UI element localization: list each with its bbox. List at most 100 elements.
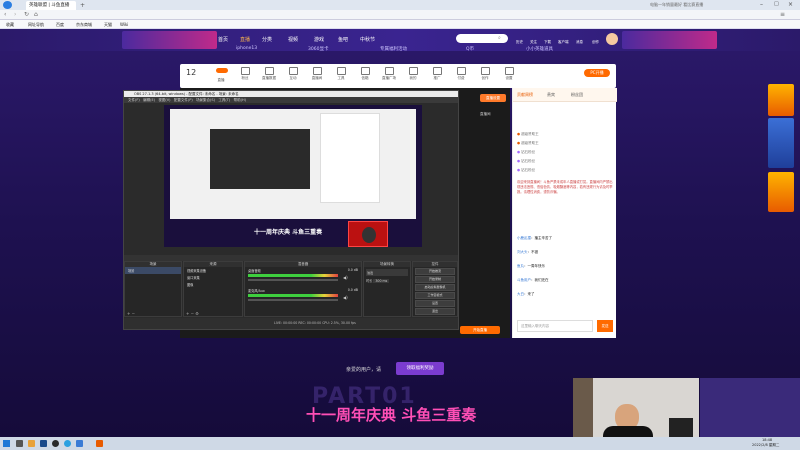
search-icon[interactable]: ⌕	[498, 35, 501, 41]
obs-taskbar-icon[interactable]	[52, 440, 59, 447]
exit-button[interactable]: 退出	[415, 308, 455, 315]
claim-reward-button[interactable]: 领取福利奖励	[396, 362, 444, 375]
nav-item-festival[interactable]: 中秋节	[360, 36, 375, 43]
back-icon[interactable]: ‹	[4, 11, 6, 18]
app-taskbar-icon[interactable]	[96, 440, 103, 447]
settings-button[interactable]: 设置	[415, 300, 455, 307]
obs-preview[interactable]: 十一周年庆典 斗鱼三重奏	[164, 105, 422, 247]
bookmark-item[interactable]: 京东商城	[76, 22, 92, 28]
new-tab-icon[interactable]: +	[80, 2, 85, 9]
window-maximize-icon[interactable]: □	[774, 1, 779, 7]
refresh-icon[interactable]: ↻	[24, 11, 29, 18]
obs-menu-item[interactable]: 文件(F)	[128, 98, 140, 102]
toolbar-label[interactable]: 直播	[210, 78, 232, 83]
left-event-banner[interactable]	[122, 31, 217, 49]
toolbar-item-fans[interactable]: 粉丝	[234, 67, 256, 81]
browser-taskbar-icon[interactable]	[64, 440, 71, 447]
toolbar-item-tools[interactable]: 工具	[330, 67, 352, 81]
pc-live-button[interactable]: PC开播	[584, 69, 610, 77]
avatar[interactable]	[606, 33, 618, 45]
clock-time[interactable]: 18:48	[762, 438, 772, 442]
window-close-icon[interactable]: ×	[788, 1, 793, 8]
toolbar-item-square[interactable]: 直播广场	[378, 67, 400, 81]
bookmark-item[interactable]: 收藏	[6, 22, 14, 28]
obs-menu-item[interactable]: 场景集合(S)	[196, 98, 215, 102]
right-event-banner[interactable]	[622, 31, 717, 49]
side-ad-top[interactable]	[768, 84, 794, 116]
virtual-camera-button[interactable]: 启动虚拟摄像机	[415, 284, 455, 291]
source-item[interactable]: 图像	[184, 281, 242, 288]
send-button[interactable]: 发送	[597, 320, 613, 332]
obs-menu-item[interactable]: 帮助(H)	[234, 98, 246, 102]
file-explorer-icon[interactable]	[28, 440, 35, 447]
toolbar-item-paid[interactable]: 付费	[450, 67, 472, 81]
window-minimize-icon[interactable]: –	[760, 1, 763, 8]
side-ad-middle[interactable]	[768, 118, 794, 168]
side-ad-bottom[interactable]	[768, 172, 794, 212]
scene-item[interactable]: 场景	[125, 267, 181, 274]
room-setting-button[interactable]: 直播设置	[480, 94, 506, 102]
source-item[interactable]: 窗口采集	[184, 274, 242, 281]
menu-icon[interactable]: ≡	[780, 11, 785, 18]
transition-select[interactable]: 淡出	[366, 269, 408, 276]
speaker-icon[interactable]: ◀)	[343, 275, 348, 280]
duration-input[interactable]: 300 ms	[373, 279, 390, 283]
obs-menu-item[interactable]: 工具(T)	[218, 98, 230, 102]
steam-icon[interactable]	[40, 440, 47, 447]
header-follow[interactable]: 关注	[530, 40, 537, 45]
chat-tab[interactable]: 贵宾	[547, 92, 555, 98]
toolbar-item-create[interactable]: 创作	[474, 67, 496, 81]
toolbar-item-mail[interactable]: 信箱	[354, 67, 376, 81]
header-download[interactable]: 下载	[544, 40, 551, 45]
nav-item-live[interactable]: 直播	[240, 36, 250, 43]
task-view-icon[interactable]	[16, 440, 23, 447]
volume-slider[interactable]	[248, 279, 338, 281]
forward-icon[interactable]: ›	[14, 11, 16, 18]
add-scene-icon[interactable]: + −	[127, 311, 135, 316]
obs-transitions-panel: 场景转换 淡出 时长 300 ms	[363, 261, 411, 317]
obs-menu-item[interactable]: 视图(V)	[158, 98, 170, 102]
obs-menu-item[interactable]: 配置文件(P)	[174, 98, 193, 102]
source-item[interactable]: 视频采集设备	[184, 267, 242, 274]
add-source-icon[interactable]: + − ⚙	[186, 311, 199, 316]
chat-tab[interactable]: 贡献周榜	[517, 92, 533, 98]
start-live-button[interactable]: 开始直播	[460, 326, 500, 334]
header-create[interactable]: 创作	[592, 40, 599, 45]
home-icon[interactable]: ⌂	[34, 11, 38, 18]
bookmark-item[interactable]: Wiki	[120, 22, 128, 27]
toolbar-item-interact[interactable]: 互动	[282, 67, 304, 81]
toolbar-item-data[interactable]: 直播数据	[258, 67, 280, 81]
nav-item-yuba[interactable]: 鱼吧	[338, 36, 348, 43]
clock-date[interactable]: 2022/2/8 星期二	[752, 443, 779, 448]
toolbar-item-mine[interactable]: 我的	[402, 67, 424, 81]
header-history[interactable]: 历史	[516, 40, 523, 45]
header-client[interactable]: 客户端	[558, 40, 569, 45]
toggle-switch[interactable]	[216, 68, 228, 73]
browser-tab-active[interactable]: 英雄联盟 | 斗鱼直播	[26, 1, 76, 10]
nav-item-home[interactable]: 首页	[218, 36, 228, 43]
start-streaming-button[interactable]: 开始推流	[415, 268, 455, 275]
mixer-track: 麦克风/Aux 0.0 dB ◀)	[245, 287, 361, 307]
nav-item-video[interactable]: 视频	[288, 36, 298, 43]
toolbar-item-room[interactable]: 直播间	[306, 67, 328, 81]
start-recording-button[interactable]: 开始录制	[415, 276, 455, 283]
windows-start-icon[interactable]	[3, 440, 10, 447]
nav-item-category[interactable]: 分类	[262, 36, 272, 43]
volume-slider[interactable]	[248, 299, 338, 301]
bookmark-item[interactable]: 网址导航	[28, 22, 44, 28]
browser-search-box[interactable]: 电脑一年销量最好 看比赛直播	[650, 2, 740, 8]
chat-input[interactable]: 这里输入聊天内容	[517, 320, 593, 332]
nav-item-game[interactable]: 游戏	[314, 36, 324, 43]
site-search-input[interactable]: ⌕	[456, 34, 508, 43]
app-taskbar-icon[interactable]	[76, 440, 83, 447]
toolbar-item-promo[interactable]: 推广	[426, 67, 448, 81]
chat-tab[interactable]: 粉丝团	[571, 92, 583, 98]
obs-menu-item[interactable]: 编辑(E)	[143, 98, 155, 102]
toolbar-item-settings[interactable]: 设置	[498, 67, 520, 81]
rank-item: ● 超级赞助王	[517, 132, 539, 136]
studio-mode-button[interactable]: 工作室模式	[415, 292, 455, 299]
speaker-icon[interactable]: ◀)	[343, 295, 348, 300]
bookmark-item[interactable]: 天猫	[104, 22, 112, 28]
header-message[interactable]: 消息	[576, 40, 583, 45]
bookmark-item[interactable]: 百度	[56, 22, 64, 28]
